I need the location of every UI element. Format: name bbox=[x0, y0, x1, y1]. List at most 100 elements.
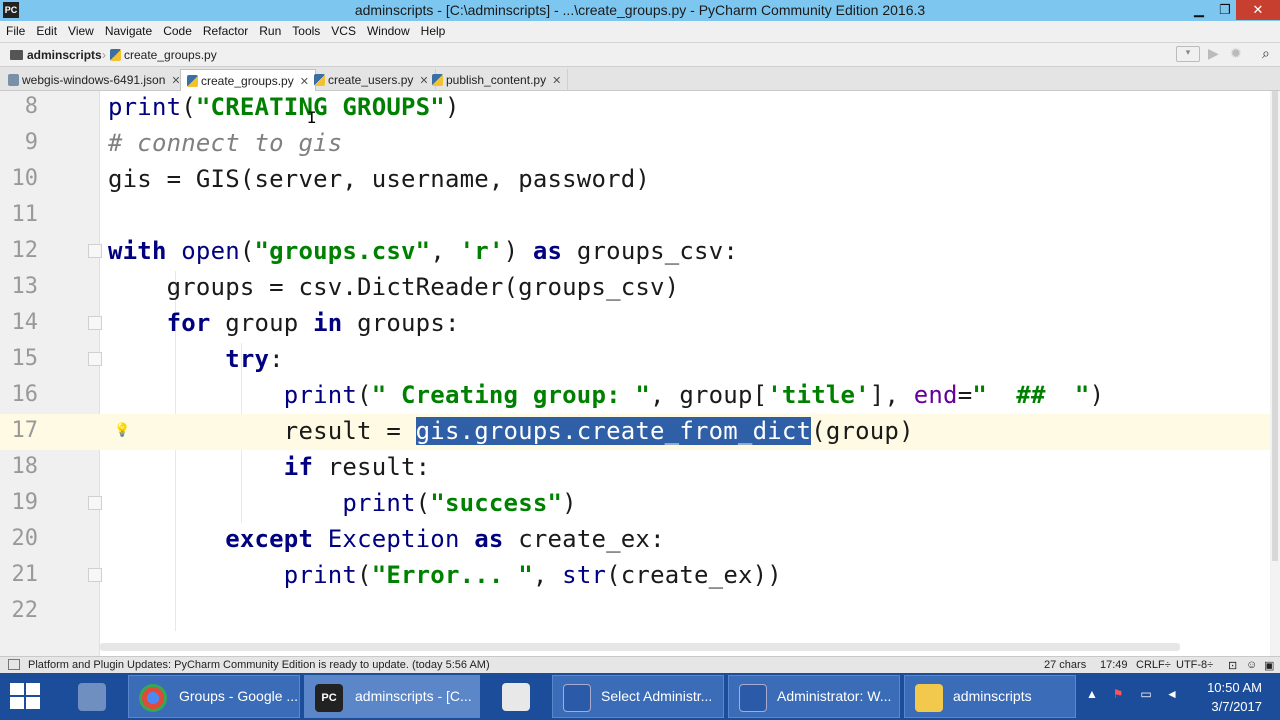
breadcrumb-file[interactable]: create_groups.py bbox=[110, 48, 217, 62]
menu-view[interactable]: View bbox=[62, 21, 99, 38]
menu-file[interactable]: File bbox=[0, 21, 30, 38]
debug-icon[interactable]: ✹ bbox=[1230, 45, 1242, 62]
menu-navigate[interactable]: Navigate bbox=[99, 21, 157, 38]
code-text: with open("groups.csv", 'r') as groups_c… bbox=[108, 237, 739, 265]
status-bar: Platform and Plugin Updates: PyCharm Com… bbox=[0, 656, 1280, 673]
taskbar-chrome[interactable]: Groups - Google ... bbox=[128, 675, 300, 718]
close-tab-icon[interactable]: ✕ bbox=[552, 75, 561, 87]
menu-vcs[interactable]: VCS bbox=[325, 21, 361, 38]
tab-publish-content[interactable]: publish_content.py ✕ bbox=[426, 69, 569, 91]
minimize-button[interactable]: ▁ bbox=[1186, 0, 1212, 20]
fold-marker-icon[interactable] bbox=[88, 496, 102, 510]
code-line: 15 try: bbox=[0, 342, 1270, 378]
line-number: 21 bbox=[11, 562, 39, 587]
folder-icon bbox=[10, 50, 23, 60]
menu-tools[interactable]: Tools bbox=[286, 21, 325, 38]
navigation-bar: adminscripts › create_groups.py ▾ ▶ ✹ ⌕ bbox=[0, 43, 1280, 67]
tab-webgis-json[interactable]: webgis-windows-6491.json ✕ bbox=[2, 69, 188, 91]
code-line: 8 print("CREATING GROUPS") bbox=[0, 91, 1270, 126]
server-manager-icon[interactable] bbox=[64, 675, 124, 718]
code-text: for group in groups: bbox=[166, 309, 460, 337]
line-number: 16 bbox=[11, 382, 39, 407]
selection-chars: 27 chars bbox=[1044, 659, 1087, 671]
python-file-icon bbox=[314, 74, 325, 86]
line-separator[interactable]: CRLF÷ bbox=[1136, 659, 1171, 671]
taskbar-pycharm[interactable]: PC adminscripts - [C... bbox=[304, 675, 480, 718]
code-line: 11 bbox=[0, 198, 1270, 234]
scrollbar-thumb[interactable] bbox=[1272, 91, 1278, 561]
taskbar-powershell-select[interactable]: Select Administr... bbox=[552, 675, 724, 718]
restore-button[interactable]: ❐ bbox=[1212, 0, 1238, 20]
volume-icon[interactable]: ◄ bbox=[1164, 687, 1180, 703]
lock-icon[interactable]: ⊡ bbox=[1228, 659, 1237, 672]
taskbar-explorer[interactable]: adminscripts bbox=[904, 675, 1076, 718]
code-text: print("success") bbox=[342, 489, 577, 517]
editor-tab-bar: webgis-windows-6491.json ✕ create_groups.… bbox=[0, 67, 1280, 91]
code-text: try: bbox=[225, 345, 284, 373]
line-number: 9 bbox=[24, 130, 38, 155]
event-log-icon[interactable]: ▣ bbox=[1264, 659, 1274, 672]
windows-taskbar: Groups - Google ... PC adminscripts - [C… bbox=[0, 673, 1280, 720]
run-icon[interactable]: ▶ bbox=[1208, 45, 1219, 62]
menu-window[interactable]: Window bbox=[361, 21, 415, 38]
json-file-icon bbox=[8, 74, 19, 86]
menu-run[interactable]: Run bbox=[253, 21, 286, 38]
taskbar-powershell-admin[interactable]: Administrator: W... bbox=[728, 675, 900, 718]
title-bar: PC adminscripts - [C:\adminscripts] - ..… bbox=[0, 0, 1280, 21]
chrome-icon bbox=[139, 684, 167, 712]
file-encoding[interactable]: UTF-8÷ bbox=[1176, 659, 1213, 671]
python-file-icon bbox=[110, 49, 121, 61]
code-line: 22 bbox=[0, 594, 1270, 630]
windows-start-icon[interactable] bbox=[10, 683, 42, 711]
code-text: print(" Creating group: ", group['title'… bbox=[283, 381, 1105, 409]
fold-marker-icon[interactable] bbox=[88, 568, 102, 582]
python-file-icon bbox=[187, 75, 198, 87]
line-number: 10 bbox=[11, 166, 39, 191]
run-config-dropdown[interactable]: ▾ bbox=[1176, 46, 1200, 62]
fold-marker-icon[interactable] bbox=[88, 352, 102, 366]
menu-edit[interactable]: Edit bbox=[30, 21, 62, 38]
tool-window-toggle-icon[interactable] bbox=[8, 659, 20, 670]
code-text: groups = csv.DictReader(groups_csv) bbox=[108, 273, 680, 301]
line-number: 15 bbox=[11, 346, 39, 371]
caret-position[interactable]: 17:49 bbox=[1100, 659, 1128, 671]
system-clock[interactable]: 10:50 AM 3/7/2017 bbox=[1207, 678, 1262, 716]
inspector-icon[interactable]: ☺ bbox=[1246, 659, 1257, 671]
network-icon[interactable]: ▭ bbox=[1138, 687, 1154, 703]
close-button[interactable]: ✕ bbox=[1236, 0, 1280, 20]
window-title: adminscripts - [C:\adminscripts] - ...\c… bbox=[354, 2, 926, 18]
code-line: 19 print("success") bbox=[0, 486, 1270, 522]
horizontal-scrollbar[interactable] bbox=[100, 643, 1180, 651]
tab-create-users[interactable]: create_users.py ✕ bbox=[308, 69, 436, 91]
breadcrumb-project[interactable]: adminscripts bbox=[10, 48, 102, 62]
tab-create-groups[interactable]: create_groups.py ✕ bbox=[180, 69, 316, 91]
line-number: 12 bbox=[11, 238, 39, 263]
code-line: 10 gis = GIS(server, username, password) bbox=[0, 162, 1270, 198]
status-message[interactable]: Platform and Plugin Updates: PyCharm Com… bbox=[28, 659, 490, 671]
line-number: 14 bbox=[11, 310, 39, 335]
fold-marker-icon[interactable] bbox=[88, 316, 102, 330]
show-hidden-icons-icon[interactable]: ▲ bbox=[1084, 687, 1100, 703]
line-number: 22 bbox=[11, 598, 39, 623]
code-line: 21 print("Error... ", str(create_ex)) bbox=[0, 558, 1270, 594]
code-editor[interactable]: 8 print("CREATING GROUPS") 9 # connect t… bbox=[0, 91, 1270, 656]
menu-bar: File Edit View Navigate Code Refactor Run Tools… bbox=[0, 21, 1280, 43]
clock-time: 10:50 AM bbox=[1207, 680, 1262, 695]
code-line: 9 # connect to gis bbox=[0, 126, 1270, 162]
code-text: gis = GIS(server, username, password) bbox=[108, 165, 651, 193]
fold-marker-icon[interactable] bbox=[88, 244, 102, 258]
menu-code[interactable]: Code bbox=[157, 21, 197, 38]
search-icon[interactable]: ⌕ bbox=[1262, 45, 1270, 62]
vertical-scrollbar[interactable] bbox=[1270, 91, 1280, 656]
selected-text: gis.groups.create_from_dict bbox=[415, 417, 812, 445]
code-text: if result: bbox=[283, 453, 431, 481]
menu-help[interactable]: Help bbox=[415, 21, 451, 38]
line-number: 20 bbox=[11, 526, 39, 551]
line-number: 17 bbox=[11, 418, 39, 443]
action-center-icon[interactable]: ⚑ bbox=[1110, 687, 1126, 703]
notepad-icon[interactable] bbox=[486, 675, 546, 718]
python-file-icon bbox=[432, 74, 443, 86]
menu-refactor[interactable]: Refactor bbox=[197, 21, 253, 38]
code-line: 13 groups = csv.DictReader(groups_csv) bbox=[0, 270, 1270, 306]
code-line: 18 if result: bbox=[0, 450, 1270, 486]
